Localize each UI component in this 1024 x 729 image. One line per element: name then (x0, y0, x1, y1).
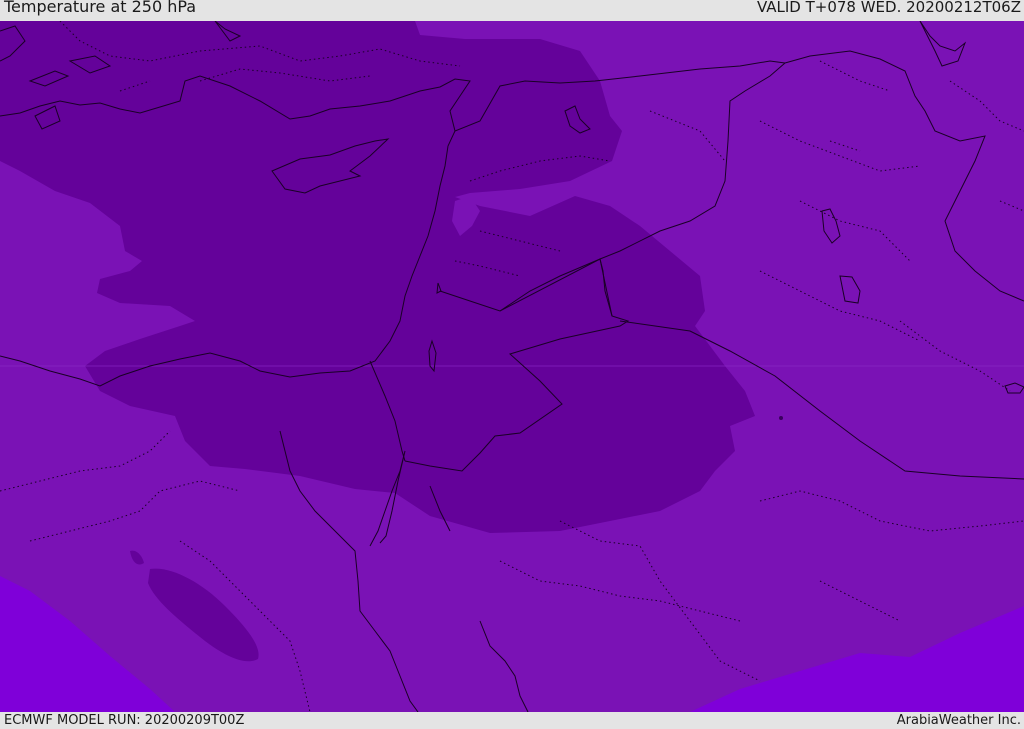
header-bar: Temperature at 250 hPa VALID T+078 WED. … (0, 0, 1024, 21)
map-title: Temperature at 250 hPa (4, 0, 197, 16)
forecast-map-page: Temperature at 250 hPa VALID T+078 WED. … (0, 0, 1024, 729)
map-canvas (0, 21, 1024, 712)
footer-bar: ECMWF MODEL RUN: 20200209T00Z ArabiaWeat… (0, 712, 1024, 729)
temperature-map (0, 21, 1024, 712)
map-point-marker (779, 416, 783, 420)
credit-label: ArabiaWeather Inc. (896, 713, 1021, 728)
model-run-label: ECMWF MODEL RUN: 20200209T00Z (4, 713, 245, 728)
valid-time-label: VALID T+078 WED. 20200212T06Z (756, 0, 1021, 16)
